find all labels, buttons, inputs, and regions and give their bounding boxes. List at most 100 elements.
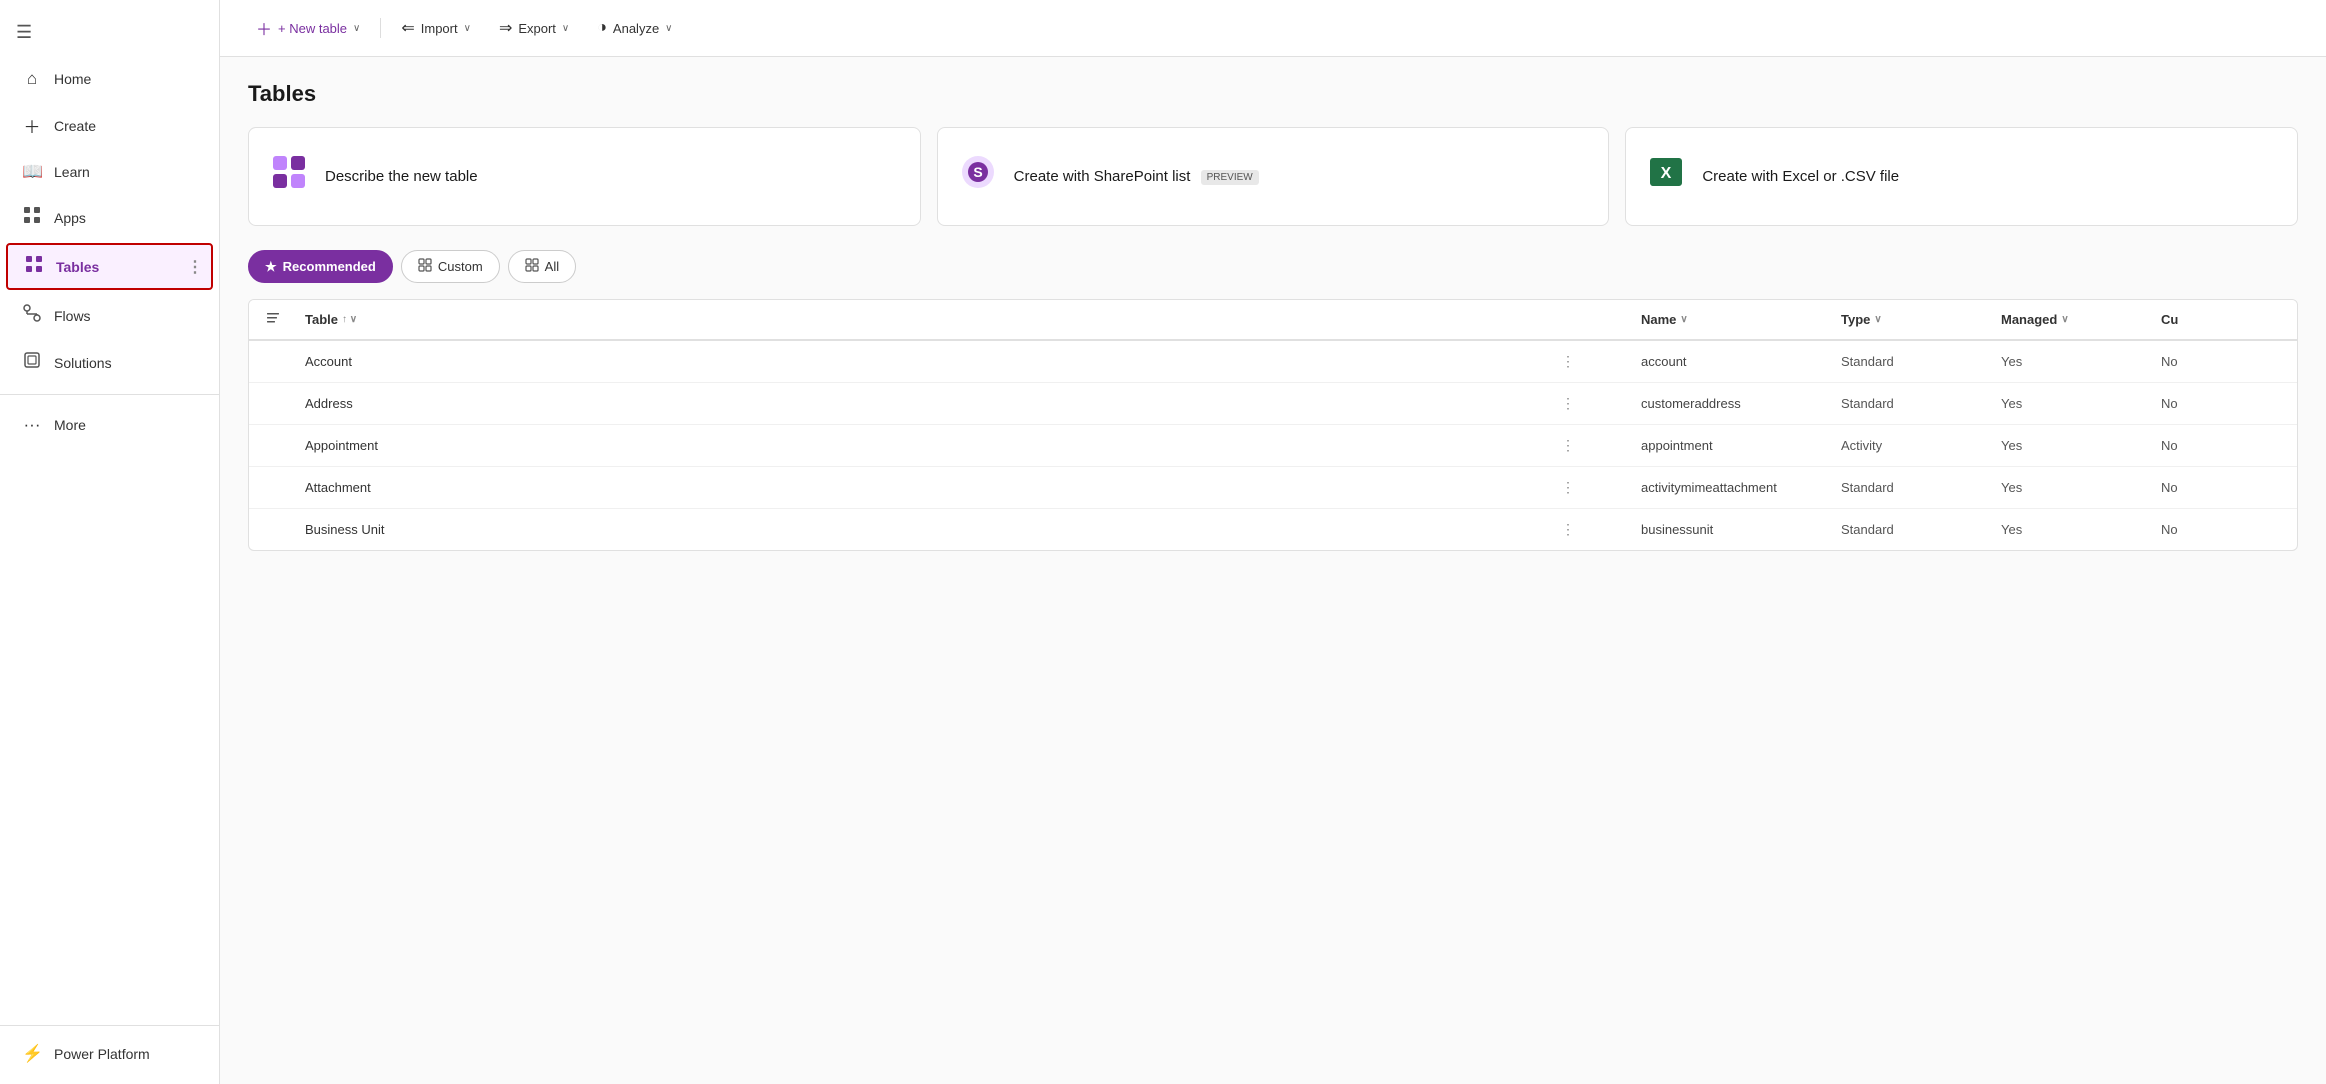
- analyze-button[interactable]: ◑ Analyze ∨: [585, 13, 684, 43]
- row-name-1: account: [1641, 354, 1841, 369]
- row-table-3: Appointment: [305, 438, 1561, 453]
- tab-all[interactable]: All: [508, 250, 576, 283]
- table-row[interactable]: Attachment ⋮ activitymimeattachment Stan…: [249, 467, 2297, 509]
- filter-tabs: ★ Recommended Custom All: [248, 250, 2298, 283]
- table-row[interactable]: Account ⋮ account Standard Yes No: [249, 341, 2297, 383]
- row-type-2: Standard: [1841, 396, 2001, 411]
- table-row[interactable]: Address ⋮ customeraddress Standard Yes N…: [249, 383, 2297, 425]
- col-table-header[interactable]: Table ↑ ∨: [305, 312, 1561, 327]
- preview-badge: PREVIEW: [1201, 170, 1259, 185]
- sidebar-item-flows-label: Flows: [54, 308, 91, 324]
- create-icon: ＋: [22, 113, 42, 138]
- sidebar-item-power-platform[interactable]: ⚡ Power Platform: [6, 1034, 213, 1074]
- solutions-icon: [22, 351, 42, 374]
- sidebar-item-learn-label: Learn: [54, 164, 90, 180]
- export-icon: ⇒: [499, 18, 512, 38]
- more-icon: ···: [22, 415, 42, 435]
- row-dots-5[interactable]: ⋮: [1561, 521, 1641, 538]
- sidebar-item-apps-label: Apps: [54, 210, 86, 226]
- sharepoint-icon: S: [958, 152, 998, 201]
- sidebar-item-create[interactable]: ＋ Create: [6, 103, 213, 148]
- hamburger-icon[interactable]: ☰: [0, 8, 219, 57]
- row-cu-4: No: [2161, 480, 2281, 495]
- toolbar: ＋ + New table ∨ ⇐ Import ∨ ⇒ Export ∨ ◑ …: [220, 0, 2326, 57]
- tables-more-icon[interactable]: ⋮: [187, 257, 203, 277]
- row-managed-5: Yes: [2001, 522, 2161, 537]
- tab-recommended[interactable]: ★ Recommended: [248, 250, 393, 283]
- tab-recommended-label: Recommended: [283, 259, 376, 274]
- tab-all-label: All: [545, 259, 559, 274]
- row-name-5: businessunit: [1641, 522, 1841, 537]
- new-table-chevron: ∨: [353, 23, 360, 34]
- new-table-label: + New table: [278, 21, 347, 36]
- new-table-icon: ＋: [256, 16, 272, 40]
- sidebar-item-apps[interactable]: Apps: [6, 196, 213, 239]
- card-describe-new-table[interactable]: Describe the new table: [248, 127, 921, 226]
- row-type-4: Standard: [1841, 480, 2001, 495]
- sidebar-item-flows[interactable]: Flows: [6, 294, 213, 337]
- row-table-4: Attachment: [305, 480, 1561, 495]
- all-grid-icon: [525, 258, 539, 275]
- table-header: Table ↑ ∨ Name ∨ Type ∨ Managed ∨ Cu: [249, 300, 2297, 341]
- table-row[interactable]: Business Unit ⋮ businessunit Standard Ye…: [249, 509, 2297, 550]
- row-table-1: Account: [305, 354, 1561, 369]
- sidebar-item-tables-label: Tables: [56, 259, 99, 275]
- data-table: Table ↑ ∨ Name ∨ Type ∨ Managed ∨ Cu: [248, 299, 2298, 551]
- row-dots-4[interactable]: ⋮: [1561, 479, 1641, 496]
- sidebar-bottom: ⚡ Power Platform: [0, 1017, 219, 1076]
- row-managed-1: Yes: [2001, 354, 2161, 369]
- flows-icon: [22, 304, 42, 327]
- sidebar-item-tables[interactable]: Tables ⋮: [6, 243, 213, 290]
- sidebar: ☰ ⌂ Home ＋ Create 📖 Learn Apps Tables ⋮ …: [0, 0, 220, 1084]
- row-type-1: Standard: [1841, 354, 2001, 369]
- custom-grid-icon: [418, 258, 432, 275]
- create-sharepoint-text: Create with SharePoint list PREVIEW: [1014, 168, 1259, 185]
- export-button[interactable]: ⇒ Export ∨: [487, 12, 581, 44]
- export-label: Export: [518, 21, 556, 36]
- row-cu-5: No: [2161, 522, 2281, 537]
- row-managed-4: Yes: [2001, 480, 2161, 495]
- analyze-chevron: ∨: [665, 23, 672, 34]
- col-cu-header: Cu: [2161, 312, 2281, 327]
- col-type-header[interactable]: Type ∨: [1841, 312, 2001, 327]
- row-cu-2: No: [2161, 396, 2281, 411]
- row-managed-3: Yes: [2001, 438, 2161, 453]
- sidebar-item-solutions-label: Solutions: [54, 355, 112, 371]
- import-button[interactable]: ⇐ Import ∨: [389, 12, 483, 44]
- sidebar-item-solutions[interactable]: Solutions: [6, 341, 213, 384]
- col-managed-header[interactable]: Managed ∨: [2001, 312, 2161, 327]
- sidebar-item-learn[interactable]: 📖 Learn: [6, 152, 213, 192]
- sidebar-divider-bottom: [0, 1025, 219, 1026]
- col-select-header: [265, 310, 305, 329]
- import-label: Import: [421, 21, 458, 36]
- card-create-sharepoint[interactable]: S Create with SharePoint list PREVIEW: [937, 127, 1610, 226]
- power-platform-icon: ⚡: [22, 1044, 42, 1064]
- row-dots-1[interactable]: ⋮: [1561, 353, 1641, 370]
- create-excel-text: Create with Excel or .CSV file: [1702, 168, 1899, 185]
- row-table-2: Address: [305, 396, 1561, 411]
- new-table-button[interactable]: ＋ + New table ∨: [244, 10, 372, 46]
- row-name-2: customeraddress: [1641, 396, 1841, 411]
- managed-sort-icon: ∨: [2061, 314, 2068, 325]
- card-create-excel[interactable]: X Create with Excel or .CSV file: [1625, 127, 2298, 226]
- row-name-4: activitymimeattachment: [1641, 480, 1841, 495]
- sidebar-item-power-platform-label: Power Platform: [54, 1046, 150, 1062]
- sidebar-divider: [0, 394, 219, 395]
- import-icon: ⇐: [401, 18, 414, 38]
- col-name-header[interactable]: Name ∨: [1641, 312, 1841, 327]
- recommended-star-icon: ★: [265, 259, 277, 275]
- row-table-5: Business Unit: [305, 522, 1561, 537]
- tab-custom[interactable]: Custom: [401, 250, 500, 283]
- sidebar-item-home[interactable]: ⌂ Home: [6, 59, 213, 99]
- tables-icon: [24, 255, 44, 278]
- tab-custom-label: Custom: [438, 259, 483, 274]
- row-dots-3[interactable]: ⋮: [1561, 437, 1641, 454]
- row-dots-2[interactable]: ⋮: [1561, 395, 1641, 412]
- table-sort-icon: ↑ ∨: [342, 314, 357, 325]
- name-sort-icon: ∨: [1680, 314, 1687, 325]
- learn-icon: 📖: [22, 162, 42, 182]
- import-chevron: ∨: [464, 23, 471, 34]
- table-row[interactable]: Appointment ⋮ appointment Activity Yes N…: [249, 425, 2297, 467]
- sidebar-item-more[interactable]: ··· More: [6, 405, 213, 445]
- sidebar-item-home-label: Home: [54, 71, 91, 87]
